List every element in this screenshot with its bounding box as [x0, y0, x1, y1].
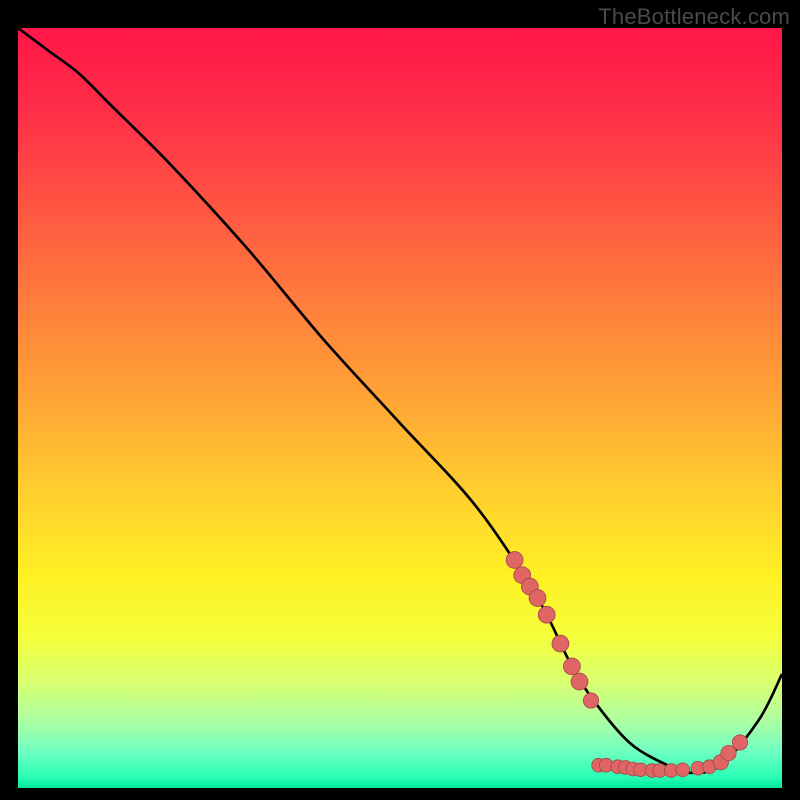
- chart-svg: [18, 28, 782, 788]
- data-marker: [529, 590, 546, 607]
- data-marker: [571, 673, 588, 690]
- data-marker: [538, 606, 555, 623]
- data-marker: [676, 763, 690, 777]
- data-marker: [563, 658, 580, 675]
- chart-frame: TheBottleneck.com: [0, 0, 800, 800]
- watermark-text: TheBottleneck.com: [598, 4, 790, 30]
- data-marker: [732, 735, 747, 750]
- chart-plot: [18, 28, 782, 788]
- data-marker: [721, 745, 736, 760]
- data-marker: [506, 552, 523, 569]
- data-marker: [583, 693, 598, 708]
- data-marker: [552, 635, 569, 652]
- gradient-background: [18, 28, 782, 788]
